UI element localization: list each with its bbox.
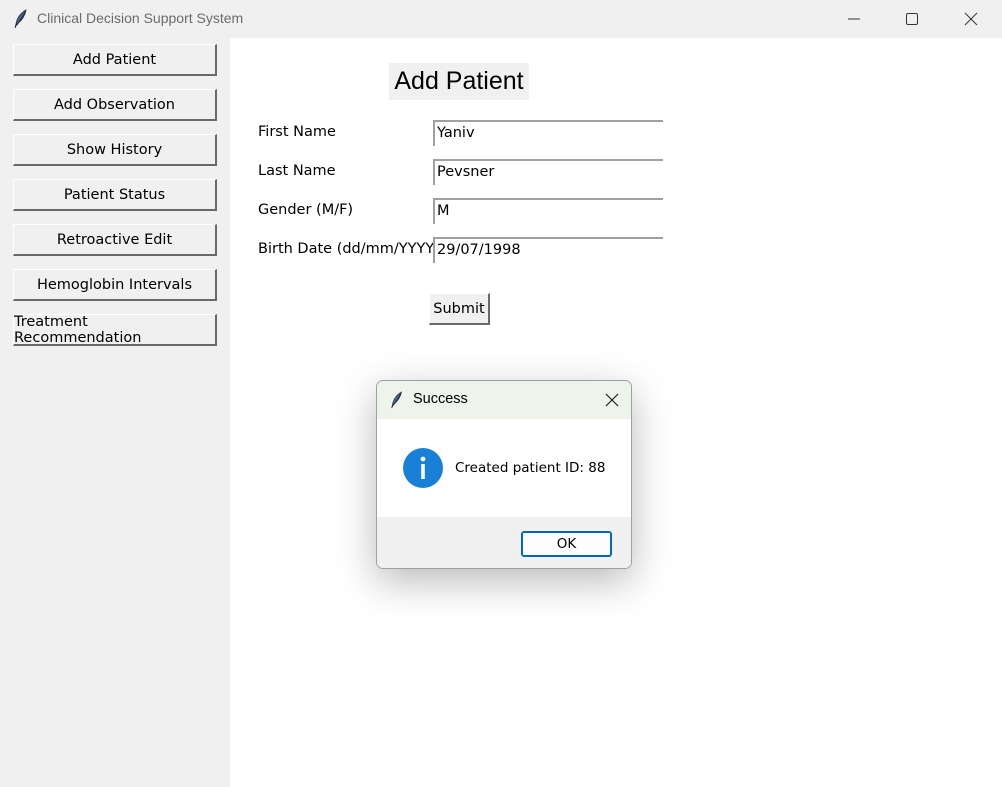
last-name-label: Last Name [258,163,336,179]
minimize-button[interactable] [825,0,883,38]
feather-icon [14,9,27,29]
close-window-button[interactable] [942,0,1000,38]
title-bar: Clinical Decision Support System [0,0,1002,38]
maximize-button[interactable] [883,0,941,38]
ok-button[interactable]: OK [521,531,612,557]
close-icon [964,12,978,26]
birth-date-label: Birth Date (dd/mm/YYYY) [258,241,440,257]
success-dialog: Success Created patient ID: 88 OK [376,380,632,569]
last-name-field[interactable]: Pevsner [433,159,663,185]
birth-date-field[interactable]: 29/07/1998 [433,237,663,263]
window-title: Clinical Decision Support System [37,10,244,26]
sidebar-item-hemoglobin-intervals[interactable]: Hemoglobin Intervals [13,269,217,301]
gender-field[interactable]: M [433,198,663,224]
first-name-field[interactable]: Yaniv [433,120,663,146]
first-name-label: First Name [258,124,336,140]
dialog-title-bar: Success [377,381,631,419]
dialog-close-button[interactable] [603,391,621,409]
sidebar-item-patient-status[interactable]: Patient Status [13,179,217,211]
dialog-title: Success [413,391,468,407]
sidebar: Add Patient Add Observation Show History… [0,38,230,787]
dialog-body: Created patient ID: 88 [377,419,631,517]
info-icon [403,448,443,488]
sidebar-item-treatment-recommendation[interactable]: Treatment Recommendation [13,314,217,346]
maximize-icon [906,13,918,25]
feather-icon [391,391,402,409]
minimize-icon [848,18,860,20]
sidebar-item-retroactive-edit[interactable]: Retroactive Edit [13,224,217,256]
sidebar-item-add-observation[interactable]: Add Observation [13,89,217,121]
close-icon [605,393,619,407]
submit-button[interactable]: Submit [429,293,490,325]
gender-label: Gender (M/F) [258,202,354,218]
sidebar-item-show-history[interactable]: Show History [13,134,217,166]
dialog-footer: OK [377,517,631,568]
dialog-message: Created patient ID: 88 [455,460,606,476]
sidebar-item-add-patient[interactable]: Add Patient [13,44,217,76]
page-title: Add Patient [389,63,529,100]
